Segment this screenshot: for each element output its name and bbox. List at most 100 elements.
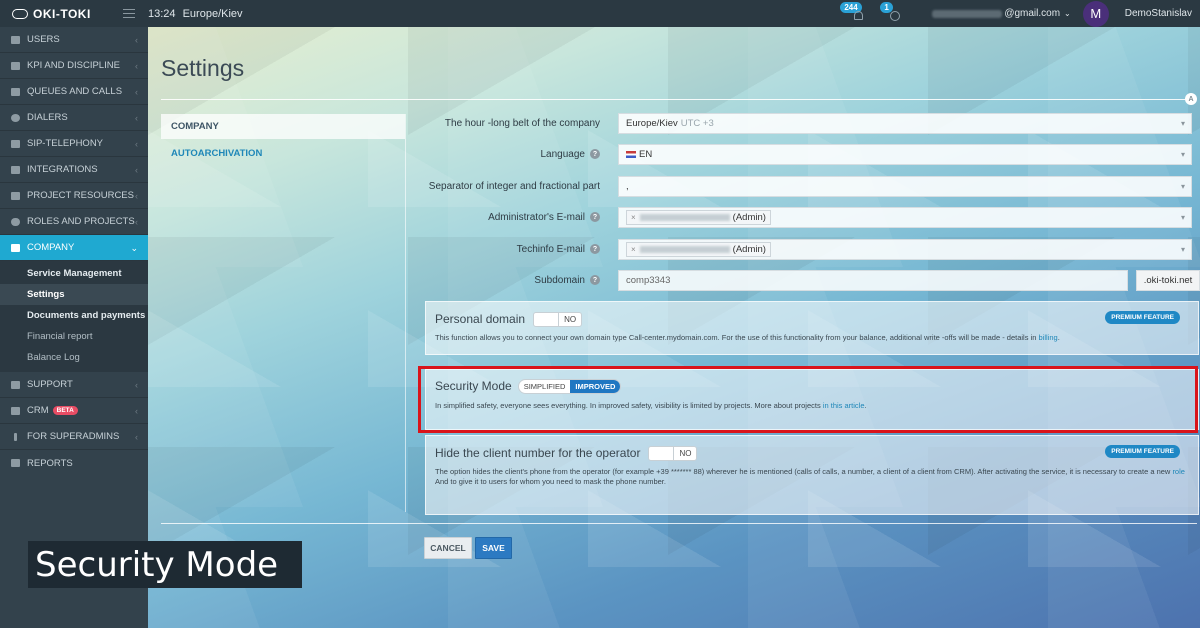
separator-value: , xyxy=(626,180,629,192)
timezone-value: Europe/Kiev xyxy=(626,117,678,129)
language-value: EN xyxy=(639,148,653,160)
techinfo-email-label: Techinfo E-mail? xyxy=(406,244,606,255)
subdomain-row: Subdomain? comp3343 xyxy=(406,268,1198,292)
techinfo-email-select[interactable]: × (Admin) ▾ xyxy=(618,238,1192,260)
tab-company[interactable]: COMPANY xyxy=(161,114,405,139)
sidebar-item-roles[interactable]: ROLES AND PROJECTS ‹ xyxy=(0,209,148,235)
sidebar-item-users[interactable]: USERS ‹ xyxy=(0,27,148,53)
separator-row: Separator of integer and fractional part… xyxy=(406,174,1198,198)
submenu-settings[interactable]: Settings xyxy=(0,284,148,305)
menu-icon[interactable] xyxy=(123,9,135,18)
remove-icon[interactable]: × xyxy=(631,245,636,254)
sidebar-item-queues[interactable]: QUEUES AND CALLS ‹ xyxy=(0,79,148,105)
separator-select[interactable]: , ▾ xyxy=(618,175,1192,197)
sidebar-item-reports[interactable]: REPORTS xyxy=(0,450,148,476)
admin-email-select[interactable]: × (Admin) ▾ xyxy=(618,206,1192,228)
hide-number-description: The option hides the client's phone from… xyxy=(435,467,1185,486)
email-tag: × (Admin) xyxy=(626,241,771,257)
chevron-down-icon: ▾ xyxy=(1180,181,1185,191)
sidebar-item-label: REPORTS xyxy=(27,457,73,469)
chevron-left-icon: ‹ xyxy=(135,217,138,227)
language-select[interactable]: EN ▾ xyxy=(618,143,1192,165)
clock-icon xyxy=(11,113,20,122)
premium-badge: PREMIUM FEATURE xyxy=(1105,311,1180,324)
save-button[interactable]: SAVE xyxy=(475,537,512,559)
help-icon[interactable]: ? xyxy=(590,244,600,254)
timezone-select[interactable]: Europe/Kiev UTC +3 ▾ xyxy=(618,112,1192,134)
submenu-documents-payments[interactable]: Documents and payments xyxy=(0,305,148,326)
submenu-financial-report[interactable]: Financial report xyxy=(0,326,148,347)
email-domain: @gmail.com xyxy=(1004,8,1061,19)
sidebar-item-label: ROLES AND PROJECTS xyxy=(27,216,135,227)
remove-icon[interactable]: × xyxy=(631,213,636,222)
sidebar-item-integrations[interactable]: INTEGRATIONS ‹ xyxy=(0,157,148,183)
help-icon[interactable]: ? xyxy=(590,149,600,159)
tasks-button[interactable]: 1 xyxy=(880,1,904,23)
tab-autoarchivation[interactable]: AUTOARCHIVATION xyxy=(161,141,405,166)
notifications-button[interactable]: 244 xyxy=(840,1,868,23)
current-time: 13:24 xyxy=(148,7,176,20)
tasks-badge: 1 xyxy=(880,1,893,13)
techinfo-email-row: Techinfo E-mail? × (Admin) ▾ xyxy=(406,237,1198,261)
main-content: Settings A COMPANY AUTOARCHIVATION The h… xyxy=(148,27,1200,628)
collapse-marker[interactable]: A xyxy=(1185,93,1197,105)
sidebar-item-kpi[interactable]: KPI AND DISCIPLINE ‹ xyxy=(0,53,148,79)
sidebar-item-dialers[interactable]: DIALERS ‹ xyxy=(0,105,148,131)
role-link[interactable]: role xyxy=(1172,467,1185,476)
sidebar-item-sip[interactable]: SIP-TELEPHONY ‹ xyxy=(0,131,148,157)
toggle-icon xyxy=(11,217,20,226)
sidebar-item-crm[interactable]: CRM BETA ‹ xyxy=(0,398,148,424)
account-email-dropdown[interactable]: @gmail.com ⌄ xyxy=(932,8,1071,19)
sidebar-item-superadmins[interactable]: FOR SUPERADMINS ‹ xyxy=(0,424,148,450)
avatar[interactable]: M xyxy=(1082,0,1109,27)
cancel-button[interactable]: CANCEL xyxy=(424,537,472,559)
personal-domain-toggle[interactable]: NO xyxy=(533,311,583,327)
chevron-down-icon: ▾ xyxy=(1180,244,1185,254)
subdomain-input[interactable]: comp3343 xyxy=(618,269,1128,291)
brand-name: OKI-TOKI xyxy=(33,6,91,21)
hide-number-toggle[interactable]: NO xyxy=(648,445,698,461)
wrench-icon xyxy=(11,380,20,389)
cloud-icon xyxy=(12,8,28,19)
chevron-left-icon: ‹ xyxy=(135,380,138,390)
billing-link[interactable]: billing xyxy=(1039,333,1058,342)
sidebar-item-label: CRM xyxy=(27,405,49,416)
beta-badge: BETA xyxy=(52,406,78,415)
email-masked xyxy=(639,213,730,221)
divider xyxy=(161,99,1191,100)
check-icon xyxy=(11,61,20,70)
admin-email-label: Administrator's E-mail? xyxy=(406,212,606,223)
submenu-balance-log[interactable]: Balance Log xyxy=(0,347,148,368)
chevron-left-icon: ‹ xyxy=(135,61,138,71)
flag-icon xyxy=(626,150,636,158)
exclamation-icon xyxy=(14,432,17,441)
hide-number-card: Hide the client number for the operator … xyxy=(425,435,1199,515)
sidebar-item-label: PROJECT RESOURCES xyxy=(27,190,134,201)
current-timezone: Europe/Kiev xyxy=(182,7,243,20)
email-masked xyxy=(639,245,730,253)
email-tag: × (Admin) xyxy=(626,209,771,225)
chevron-left-icon: ‹ xyxy=(135,35,138,45)
caption-overlay: Security Mode xyxy=(28,541,302,588)
chevron-left-icon: ‹ xyxy=(135,432,138,442)
timezone-label: The hour -long belt of the company xyxy=(444,117,600,129)
username[interactable]: DemoStanislav xyxy=(1125,8,1192,19)
sidebar-item-label: INTEGRATIONS xyxy=(27,164,98,175)
crm-icon xyxy=(11,406,20,415)
submenu-service-management[interactable]: Service Management xyxy=(0,263,148,284)
chevron-left-icon: ‹ xyxy=(135,139,138,149)
sidebar: USERS ‹ KPI AND DISCIPLINE ‹ QUEUES AND CA… xyxy=(0,27,148,628)
sidebar-item-company[interactable]: COMPANY ⌄ xyxy=(0,235,148,261)
chevron-left-icon: ‹ xyxy=(135,87,138,97)
help-icon[interactable]: ? xyxy=(590,275,600,285)
help-icon[interactable]: ? xyxy=(590,212,600,222)
sidebar-item-support[interactable]: SUPPORT ‹ xyxy=(0,372,148,398)
email-masked xyxy=(932,9,1003,18)
sidebar-item-label: SUPPORT xyxy=(27,379,73,390)
chevron-down-icon: ⌄ xyxy=(1064,9,1071,18)
sidebar-item-label: DIALERS xyxy=(27,112,68,123)
timezone-offset: UTC +3 xyxy=(680,117,714,129)
personal-domain-title: Personal domain xyxy=(435,312,526,326)
highlight-frame xyxy=(418,366,1198,433)
sidebar-item-project-resources[interactable]: PROJECT RESOURCES ‹ xyxy=(0,183,148,209)
